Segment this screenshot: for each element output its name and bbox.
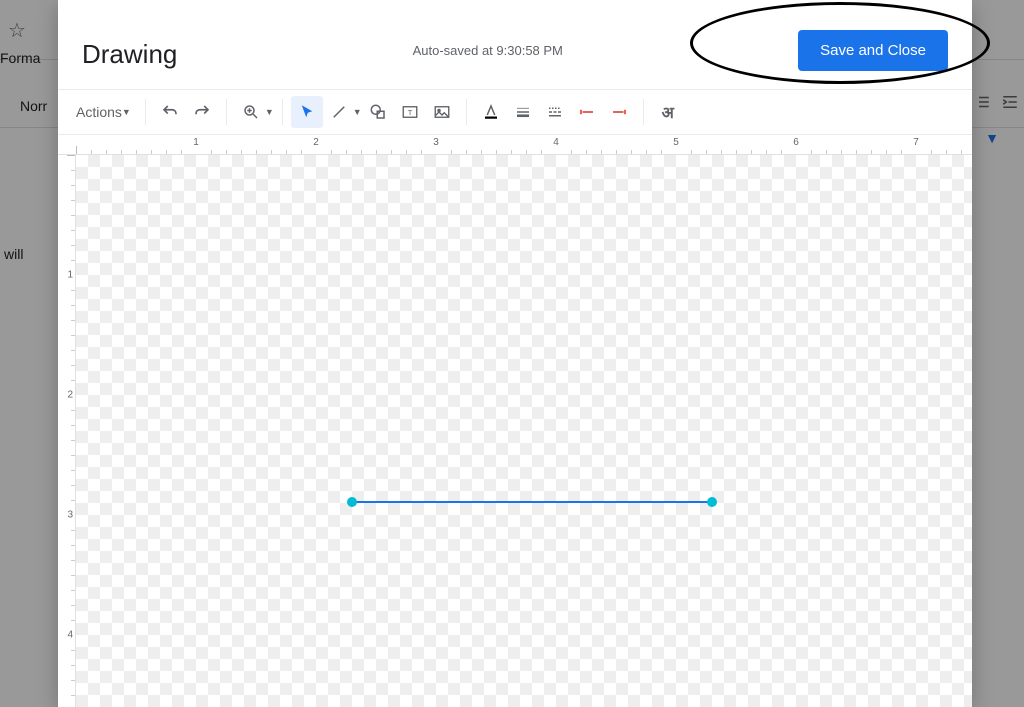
actions-menu[interactable]: Actions ▼	[70, 100, 137, 124]
text-box-tool[interactable]: T	[394, 96, 426, 128]
line-weight-button[interactable]	[507, 96, 539, 128]
autosave-status: Auto-saved at 9:30:58 PM	[413, 43, 563, 58]
dialog-title: Drawing	[82, 39, 177, 70]
line-tool[interactable]	[323, 96, 355, 128]
shape-tool[interactable]	[362, 96, 394, 128]
undo-button[interactable]	[154, 96, 186, 128]
separator	[226, 99, 227, 125]
drawing-canvas[interactable]	[76, 155, 972, 707]
svg-text:T: T	[407, 108, 412, 117]
save-and-close-button[interactable]: Save and Close	[798, 30, 948, 71]
separator	[643, 99, 644, 125]
line-start-button[interactable]	[571, 96, 603, 128]
drawn-line-shape[interactable]	[352, 501, 712, 503]
vertical-ruler: 1234	[58, 155, 76, 707]
separator	[145, 99, 146, 125]
line-handle-end[interactable]	[707, 497, 717, 507]
input-method-button[interactable]: अ	[652, 96, 684, 128]
image-tool[interactable]	[426, 96, 458, 128]
line-handle-start[interactable]	[347, 497, 357, 507]
line-dash-button[interactable]	[539, 96, 571, 128]
drawing-toolbar: Actions ▼ ▼ ▼ T	[58, 90, 972, 135]
drawing-dialog: Drawing Auto-saved at 9:30:58 PM Save an…	[58, 0, 972, 707]
select-tool[interactable]	[291, 96, 323, 128]
caret-down-icon: ▼	[122, 107, 131, 117]
separator	[282, 99, 283, 125]
horizontal-ruler: 1234567	[58, 135, 972, 155]
actions-label: Actions	[76, 104, 122, 120]
line-end-button[interactable]	[603, 96, 635, 128]
input-method-label: अ	[662, 101, 674, 123]
redo-button[interactable]	[186, 96, 218, 128]
zoom-button[interactable]	[235, 96, 267, 128]
line-color-button[interactable]	[475, 96, 507, 128]
separator	[466, 99, 467, 125]
